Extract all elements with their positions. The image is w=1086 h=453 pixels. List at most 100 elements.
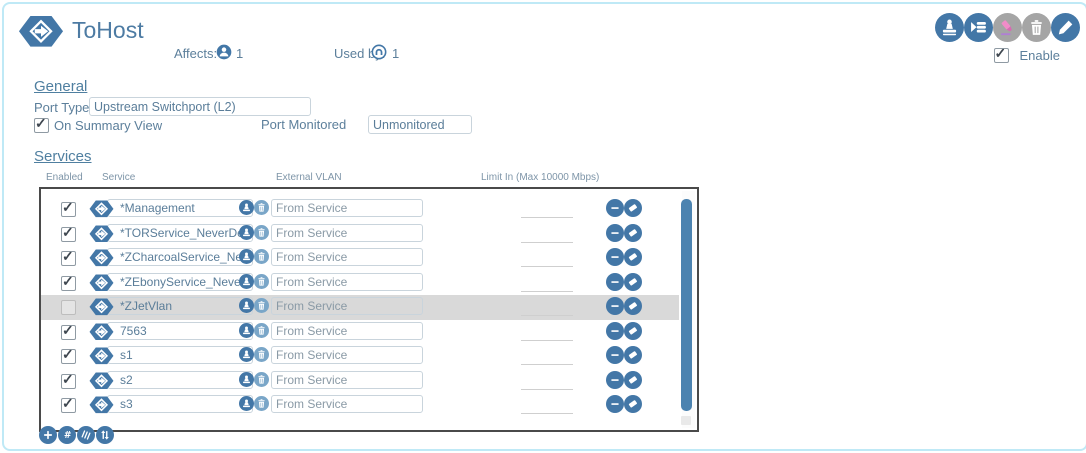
remove-service-icon[interactable] [606, 199, 624, 217]
service-name-input[interactable] [107, 297, 253, 315]
remove-service-icon[interactable] [606, 248, 624, 266]
remove-service-icon[interactable] [606, 297, 624, 315]
limit-in-input[interactable] [521, 373, 573, 390]
user-stamp-icon[interactable] [239, 274, 254, 289]
services-toolbar: # [39, 426, 114, 444]
external-vlan-input[interactable] [271, 224, 423, 242]
trash-icon[interactable] [254, 298, 269, 313]
services-table-body [41, 197, 697, 418]
external-vlan-input[interactable] [271, 199, 423, 217]
eraser-icon[interactable] [624, 322, 642, 340]
eraser-icon[interactable] [624, 297, 642, 315]
eraser-icon[interactable] [624, 346, 642, 364]
service-name-input[interactable] [107, 224, 253, 242]
external-vlan-input[interactable] [271, 322, 423, 340]
limit-in-input[interactable] [521, 250, 573, 267]
user-stamp-icon[interactable] [239, 298, 254, 313]
limit-in-input[interactable] [521, 275, 573, 292]
services-heading: Services [34, 148, 92, 165]
on-summary-view-checkbox[interactable] [34, 118, 49, 133]
limit-in-input[interactable] [521, 299, 573, 316]
service-row [41, 344, 679, 369]
port-type-input[interactable] [89, 97, 311, 116]
remove-service-icon[interactable] [606, 273, 624, 291]
trash-icon[interactable] [254, 372, 269, 387]
service-row [41, 369, 679, 394]
remove-service-icon[interactable] [606, 322, 624, 340]
service-name-input[interactable] [107, 199, 253, 217]
eraser-icon[interactable] [624, 273, 642, 291]
service-enabled-checkbox[interactable] [61, 227, 76, 242]
limit-in-input[interactable] [521, 397, 573, 414]
affects-count: 1 [236, 46, 243, 61]
stamp-button[interactable] [935, 13, 964, 42]
user-stamp-icon[interactable] [239, 200, 254, 215]
trash-icon[interactable] [254, 274, 269, 289]
on-summary-view-label: On Summary View [54, 118, 162, 133]
user-stamp-icon[interactable] [239, 396, 254, 411]
remove-service-icon[interactable] [606, 346, 624, 364]
service-enabled-checkbox[interactable] [61, 374, 76, 389]
remove-service-icon[interactable] [606, 395, 624, 413]
service-name-input[interactable] [107, 346, 253, 364]
user-stamp-icon[interactable] [239, 347, 254, 362]
service-name-input[interactable] [107, 371, 253, 389]
eraser-icon[interactable] [624, 199, 642, 217]
limit-in-input[interactable] [521, 201, 573, 218]
scrollbar-thumb[interactable] [681, 199, 692, 411]
external-vlan-input[interactable] [271, 346, 423, 364]
user-stamp-icon[interactable] [239, 372, 254, 387]
limit-in-input[interactable] [521, 348, 573, 365]
external-vlan-input[interactable] [271, 273, 423, 291]
limit-in-input[interactable] [521, 226, 573, 243]
enable-checkbox[interactable] [994, 48, 1009, 63]
enable-label: Enable [1020, 48, 1060, 63]
service-row [41, 320, 679, 345]
service-name-input[interactable] [107, 273, 253, 291]
service-name-input[interactable] [107, 395, 253, 413]
trash-icon[interactable] [254, 396, 269, 411]
user-stamp-icon[interactable] [239, 249, 254, 264]
remove-service-icon[interactable] [606, 224, 624, 242]
eraser-icon[interactable] [624, 224, 642, 242]
trash-icon[interactable] [254, 225, 269, 240]
service-name-input[interactable] [107, 248, 253, 266]
service-row [41, 271, 679, 296]
external-vlan-input[interactable] [271, 395, 423, 413]
service-enabled-checkbox[interactable] [61, 276, 76, 291]
pencil-button[interactable] [1051, 13, 1080, 42]
scrollbar-track[interactable] [682, 191, 695, 428]
scrollbar-button[interactable] [681, 416, 691, 425]
limit-in-input[interactable] [521, 324, 573, 341]
service-enabled-checkbox[interactable] [61, 349, 76, 364]
external-vlan-input[interactable] [271, 297, 423, 315]
eraser-icon[interactable] [624, 371, 642, 389]
user-stamp-icon[interactable] [239, 225, 254, 240]
service-enabled-checkbox[interactable] [61, 251, 76, 266]
list-button[interactable] [964, 13, 993, 42]
add-service-button[interactable] [39, 426, 57, 444]
trash-icon[interactable] [254, 323, 269, 338]
port-detail-panel: ToHost Affects: 1 Used by: 1 Enable [2, 2, 1086, 451]
port-monitored-input[interactable] [368, 115, 472, 134]
slashes-button[interactable] [77, 426, 95, 444]
service-enabled-checkbox[interactable] [61, 300, 76, 315]
user-stamp-icon[interactable] [239, 323, 254, 338]
service-enabled-checkbox[interactable] [61, 202, 76, 217]
sort-arrows-button[interactable] [96, 426, 114, 444]
service-enabled-checkbox[interactable] [61, 398, 76, 413]
trash-icon[interactable] [254, 347, 269, 362]
trash-icon[interactable] [254, 200, 269, 215]
used-by-count: 1 [392, 46, 399, 61]
eraser-icon[interactable] [624, 395, 642, 413]
hash-button[interactable]: # [58, 426, 76, 444]
trash-icon[interactable] [254, 249, 269, 264]
highlighter-button[interactable] [993, 13, 1022, 42]
service-enabled-checkbox[interactable] [61, 325, 76, 340]
external-vlan-input[interactable] [271, 248, 423, 266]
external-vlan-input[interactable] [271, 371, 423, 389]
remove-service-icon[interactable] [606, 371, 624, 389]
trash-button[interactable] [1022, 13, 1051, 42]
service-name-input[interactable] [107, 322, 253, 340]
eraser-icon[interactable] [624, 248, 642, 266]
